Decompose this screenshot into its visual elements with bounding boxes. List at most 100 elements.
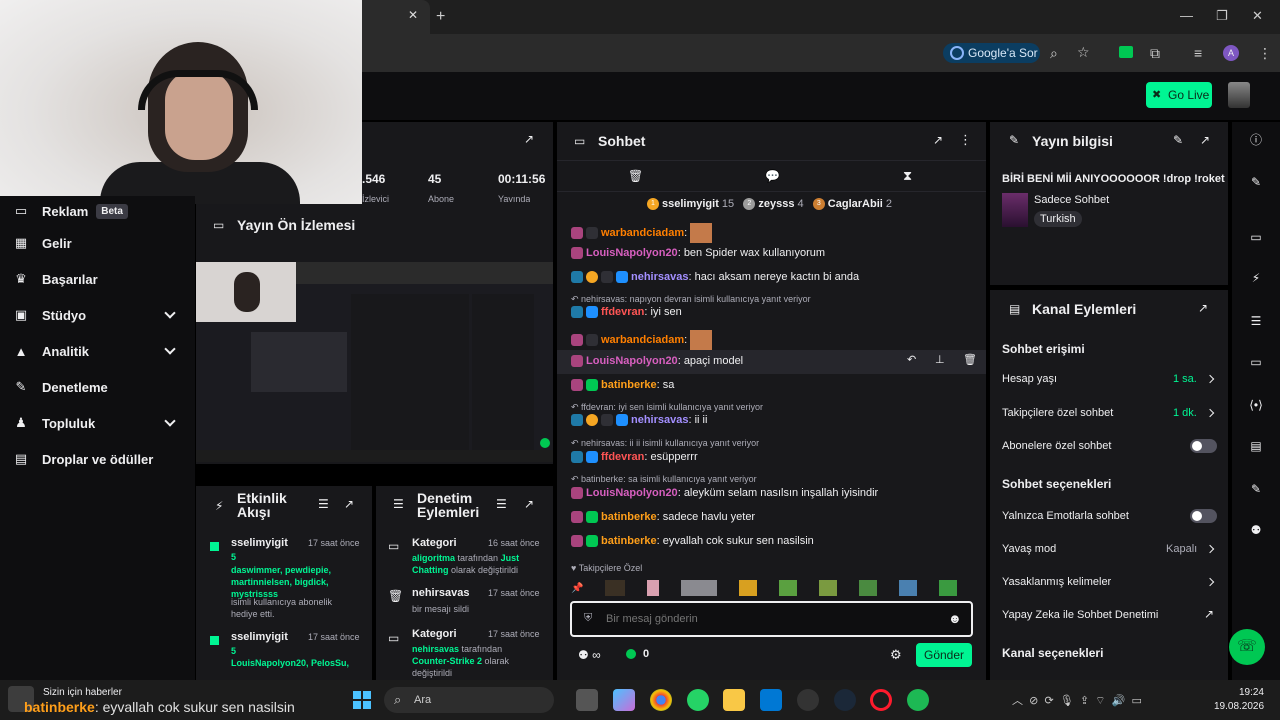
chat-message[interactable]: ffdevran: esüpperrr bbox=[571, 451, 698, 464]
emote-image[interactable] bbox=[739, 580, 758, 596]
extension-icon[interactable] bbox=[1119, 46, 1133, 58]
popout-icon[interactable]: ↗ bbox=[344, 497, 354, 511]
delete-icon[interactable]: 🗑 bbox=[963, 353, 977, 366]
popout-icon[interactable]: ↗ bbox=[524, 132, 534, 146]
connections-icon[interactable]: ⚉ bbox=[1245, 519, 1267, 541]
menu-dots-icon[interactable]: ⋮ bbox=[1258, 45, 1272, 62]
pin-icon[interactable]: ⊥ bbox=[935, 353, 945, 366]
clock-time[interactable]: 19:24 bbox=[1214, 687, 1264, 698]
trash-icon[interactable]: 🗑 bbox=[628, 169, 643, 183]
sidebar-item-topluluk[interactable]: ♟ Topluluk bbox=[0, 408, 190, 438]
emote-image[interactable] bbox=[605, 580, 626, 596]
activity-names[interactable]: daswimmer, pewdiepie, martinnielsen, big… bbox=[231, 564, 351, 600]
chat-username[interactable]: ffdevran bbox=[601, 451, 644, 463]
news-widget[interactable]: Sizin için haberler bbox=[43, 687, 122, 698]
sidebar-item-droplar[interactable]: ▤ Droplar ve ödüller bbox=[0, 444, 190, 474]
chat-username[interactable]: LouisNapolyon20 bbox=[586, 487, 678, 499]
obs-icon[interactable] bbox=[797, 689, 819, 711]
info-icon[interactable]: ⓘ bbox=[1245, 129, 1267, 151]
chat-message[interactable]: warbandciadam: bbox=[571, 330, 713, 350]
spotify-icon[interactable] bbox=[907, 689, 929, 711]
chat-username[interactable]: batinberke bbox=[601, 535, 657, 547]
chat-message[interactable]: batinberke: sadece havlu yeter bbox=[571, 511, 755, 524]
whatsapp-icon[interactable] bbox=[687, 689, 709, 711]
popout-icon[interactable]: ↗ bbox=[1198, 301, 1208, 315]
chat-icon[interactable]: ▭ bbox=[1245, 351, 1267, 373]
chat-message[interactable]: nehirsavas: ii ii bbox=[571, 414, 707, 427]
edit-icon[interactable]: ✎ bbox=[1173, 133, 1183, 147]
zoom-icon[interactable]: ⌕ bbox=[1050, 45, 1058, 62]
sidebar-item-reklam[interactable]: ▭ Reklam Beta bbox=[0, 196, 190, 226]
new-tab-icon[interactable]: + bbox=[436, 8, 445, 26]
sidebar-item-studyo[interactable]: ▣ Stüdyo bbox=[0, 300, 190, 330]
emoji-icon[interactable]: ☻ bbox=[948, 611, 962, 626]
chat-username[interactable]: batinberke bbox=[601, 511, 657, 523]
chat-message[interactable]: LouisNapolyon20: ben Spider wax kullanıy… bbox=[571, 247, 825, 260]
chat-input-box[interactable]: ⛨ ☻ bbox=[570, 601, 973, 637]
chat-username[interactable]: LouisNapolyon20 bbox=[586, 355, 678, 367]
profile-avatar[interactable]: A bbox=[1223, 45, 1239, 61]
setting-value[interactable]: 1 sa. bbox=[1173, 373, 1197, 385]
emote-image[interactable] bbox=[647, 580, 660, 596]
close-tab-icon[interactable]: ✕ bbox=[408, 8, 418, 22]
user-avatar[interactable] bbox=[1228, 82, 1250, 108]
emote-only-toggle[interactable] bbox=[1190, 509, 1217, 523]
media-icon[interactable]: ≡ bbox=[1194, 45, 1202, 61]
file-explorer-icon[interactable] bbox=[723, 689, 745, 711]
broadcast-icon[interactable]: ⟨•⟩ bbox=[1245, 394, 1267, 416]
tag-pill[interactable]: Turkish bbox=[1034, 211, 1082, 227]
chat-username[interactable]: warbandciadam bbox=[601, 227, 684, 239]
category-name[interactable]: Sadece Sohbet bbox=[1034, 194, 1109, 206]
chat-message[interactable]: nehirsavas: hacı aksam nereye kactın bi … bbox=[571, 271, 859, 284]
store-icon[interactable] bbox=[760, 689, 782, 711]
emote-image[interactable] bbox=[939, 580, 958, 596]
video-icon[interactable]: ▭ bbox=[1245, 226, 1267, 248]
taskbar-search[interactable]: ⌕ Ara bbox=[384, 687, 554, 713]
reply-icon[interactable]: ↶ bbox=[907, 353, 916, 366]
chat-username[interactable]: nehirsavas bbox=[631, 414, 688, 426]
emote-image[interactable] bbox=[859, 580, 878, 596]
popout-icon[interactable]: ↗ bbox=[524, 497, 534, 511]
popout-icon[interactable]: ↗ bbox=[1200, 133, 1210, 147]
filter-icon[interactable]: ☰ bbox=[318, 497, 329, 511]
chat-username[interactable]: ffdevran bbox=[601, 306, 644, 318]
setting-value[interactable]: 1 dk. bbox=[1173, 407, 1197, 419]
settings-icon[interactable]: ⚙ bbox=[890, 647, 902, 663]
external-link-icon[interactable]: ↗ bbox=[1204, 607, 1214, 621]
stream-preview-video[interactable] bbox=[196, 262, 553, 462]
chat-message[interactable]: batinberke: eyvallah cok sukur sen nasil… bbox=[571, 535, 814, 548]
connections-icon[interactable]: ⚉ ∞ bbox=[578, 648, 601, 662]
steam-icon[interactable] bbox=[834, 689, 856, 711]
activity-names[interactable]: LouisNapolyon20, PelosSu, bbox=[231, 658, 361, 668]
chat-message[interactable]: warbandciadam: bbox=[571, 223, 713, 243]
subs-only-toggle[interactable] bbox=[1190, 439, 1217, 453]
chat-message[interactable]: ffdevran: iyi sen bbox=[571, 306, 682, 319]
modaction-user[interactable]: aligoritma bbox=[412, 553, 455, 563]
hourglass-icon[interactable]: ⧗ bbox=[903, 168, 912, 184]
chrome-icon[interactable] bbox=[650, 689, 672, 711]
chat-username[interactable]: warbandciadam bbox=[601, 334, 684, 346]
leader-name[interactable]: CaglarAbii bbox=[828, 198, 883, 210]
restore-icon[interactable]: ❐ bbox=[1216, 8, 1228, 24]
support-icon[interactable]: ☏ bbox=[1229, 629, 1265, 665]
bookmark-star-icon[interactable]: ☆ bbox=[1077, 44, 1090, 61]
chat-username[interactable]: batinberke bbox=[601, 379, 657, 391]
emote-image[interactable] bbox=[899, 580, 918, 596]
sidebar-item-denetleme[interactable]: ✎ Denetleme bbox=[0, 372, 190, 402]
bolt-icon[interactable]: ⚡ bbox=[1245, 267, 1267, 289]
windows-start-icon[interactable] bbox=[353, 691, 371, 709]
popout-icon[interactable]: ↗ bbox=[933, 133, 943, 147]
activity-user[interactable]: sselimyigit bbox=[231, 537, 288, 549]
clock-date[interactable]: 19.08.2026 bbox=[1214, 701, 1264, 712]
modaction-user[interactable]: nehirsavas bbox=[412, 644, 459, 654]
sidebar-item-analitik[interactable]: ▲ Analitik bbox=[0, 336, 190, 366]
send-button[interactable]: Gönder bbox=[916, 643, 972, 667]
sidebar-item-basarilar[interactable]: ♛ Başarılar bbox=[0, 264, 190, 294]
server-icon[interactable]: ▤ bbox=[1245, 435, 1267, 457]
more-icon[interactable]: ⋮ bbox=[959, 132, 972, 148]
filter-icon[interactable]: ☰ bbox=[496, 497, 507, 511]
chat-message[interactable]: LouisNapolyon20: aleyküm selam nasılsın … bbox=[571, 487, 878, 500]
minimize-icon[interactable]: — bbox=[1180, 8, 1193, 23]
sidebar-item-gelir[interactable]: ▦ Gelir bbox=[0, 228, 190, 258]
chat-username[interactable]: nehirsavas bbox=[631, 271, 688, 283]
